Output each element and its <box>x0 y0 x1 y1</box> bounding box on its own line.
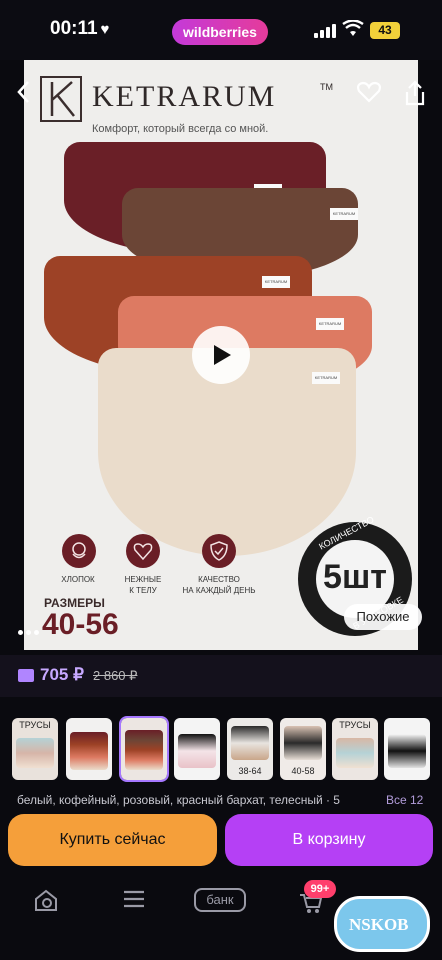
play-video-button[interactable] <box>192 326 250 384</box>
current-price: 705 ₽ <box>40 665 84 684</box>
brief-tag: KETRARUM <box>262 276 290 288</box>
brief-tag: KETRARUM <box>316 318 344 330</box>
wallet-icon <box>18 669 34 682</box>
color-variant-thumbnail[interactable]: ТРУСЫ <box>332 718 378 780</box>
gallery-dots <box>18 622 42 640</box>
color-variant-thumbnail[interactable]: 40-58 <box>280 718 326 780</box>
battery-indicator: 43 <box>370 22 400 39</box>
feature-label: КАЧЕСТВО НА КАЖДЫЙ ДЕНЬ <box>182 575 256 595</box>
heart-icon: ♥ <box>100 21 110 38</box>
brand-slogan: Комфорт, который всегда со мной. <box>92 123 269 135</box>
thumb-label: ТРУСЫ <box>339 720 371 730</box>
favorite-heart-icon[interactable] <box>356 80 382 104</box>
see-all-colors-link[interactable]: Все 12 <box>386 793 423 807</box>
shield-check-icon <box>202 534 236 568</box>
brand-logo-icon <box>40 76 82 122</box>
thumb-label: 38-64 <box>238 766 262 776</box>
watermark-logo: NSKOB <box>334 896 430 952</box>
signal-icon <box>314 24 336 38</box>
watermark-text: NSKOB <box>349 915 409 934</box>
share-icon[interactable] <box>404 80 426 106</box>
cotton-icon <box>62 534 96 568</box>
menu-icon[interactable] <box>122 888 146 910</box>
color-variant-thumbnail[interactable] <box>174 718 220 780</box>
wifi-icon <box>342 20 364 36</box>
add-to-cart-button[interactable]: В корзину <box>225 814 433 866</box>
color-variant-thumbnail[interactable]: 38-64 <box>227 718 273 780</box>
color-variant-thumbnail-selected[interactable] <box>119 716 169 782</box>
similar-button[interactable]: Похожие <box>344 604 422 630</box>
quantity-value: 5шт <box>323 558 387 596</box>
feature-label: НЕЖНЫЕ К ТЕЛУ <box>124 575 162 595</box>
color-variant-thumbnail[interactable]: ТРУСЫ <box>12 718 58 780</box>
heart-feature-icon <box>126 534 160 568</box>
color-variant-thumbnail[interactable] <box>66 718 112 780</box>
home-search-icon[interactable] <box>33 888 59 912</box>
color-variant-thumbnail[interactable] <box>384 718 430 780</box>
status-bar: 00:11 ♥ wildberries 43 <box>0 0 442 60</box>
sizes-value: 40-56 <box>42 608 119 641</box>
buy-now-button[interactable]: Купить сейчас <box>8 814 217 866</box>
divider <box>0 697 442 711</box>
thumb-label: ТРУСЫ <box>19 720 51 730</box>
brief-tag: KETRARUM <box>312 372 340 384</box>
brand-tm: TM <box>320 82 333 92</box>
color-list-text: белый, кофейный, розовый, красный бархат… <box>17 793 340 807</box>
status-time: 00:11 ♥ <box>50 18 110 39</box>
old-price: 2 860 ₽ <box>93 668 138 683</box>
thumb-label: 40-58 <box>291 766 315 776</box>
play-icon <box>214 345 231 365</box>
feature-label: ХЛОПОК <box>61 575 95 584</box>
brand-name: KETRARUM <box>92 80 277 113</box>
brief-tag: KETRARUM <box>330 208 358 220</box>
wildberries-pill[interactable]: wildberries <box>172 19 268 45</box>
cart-count-badge: 99+ <box>304 880 336 898</box>
bank-tab[interactable]: банк <box>194 888 246 912</box>
back-icon[interactable] <box>16 80 38 106</box>
